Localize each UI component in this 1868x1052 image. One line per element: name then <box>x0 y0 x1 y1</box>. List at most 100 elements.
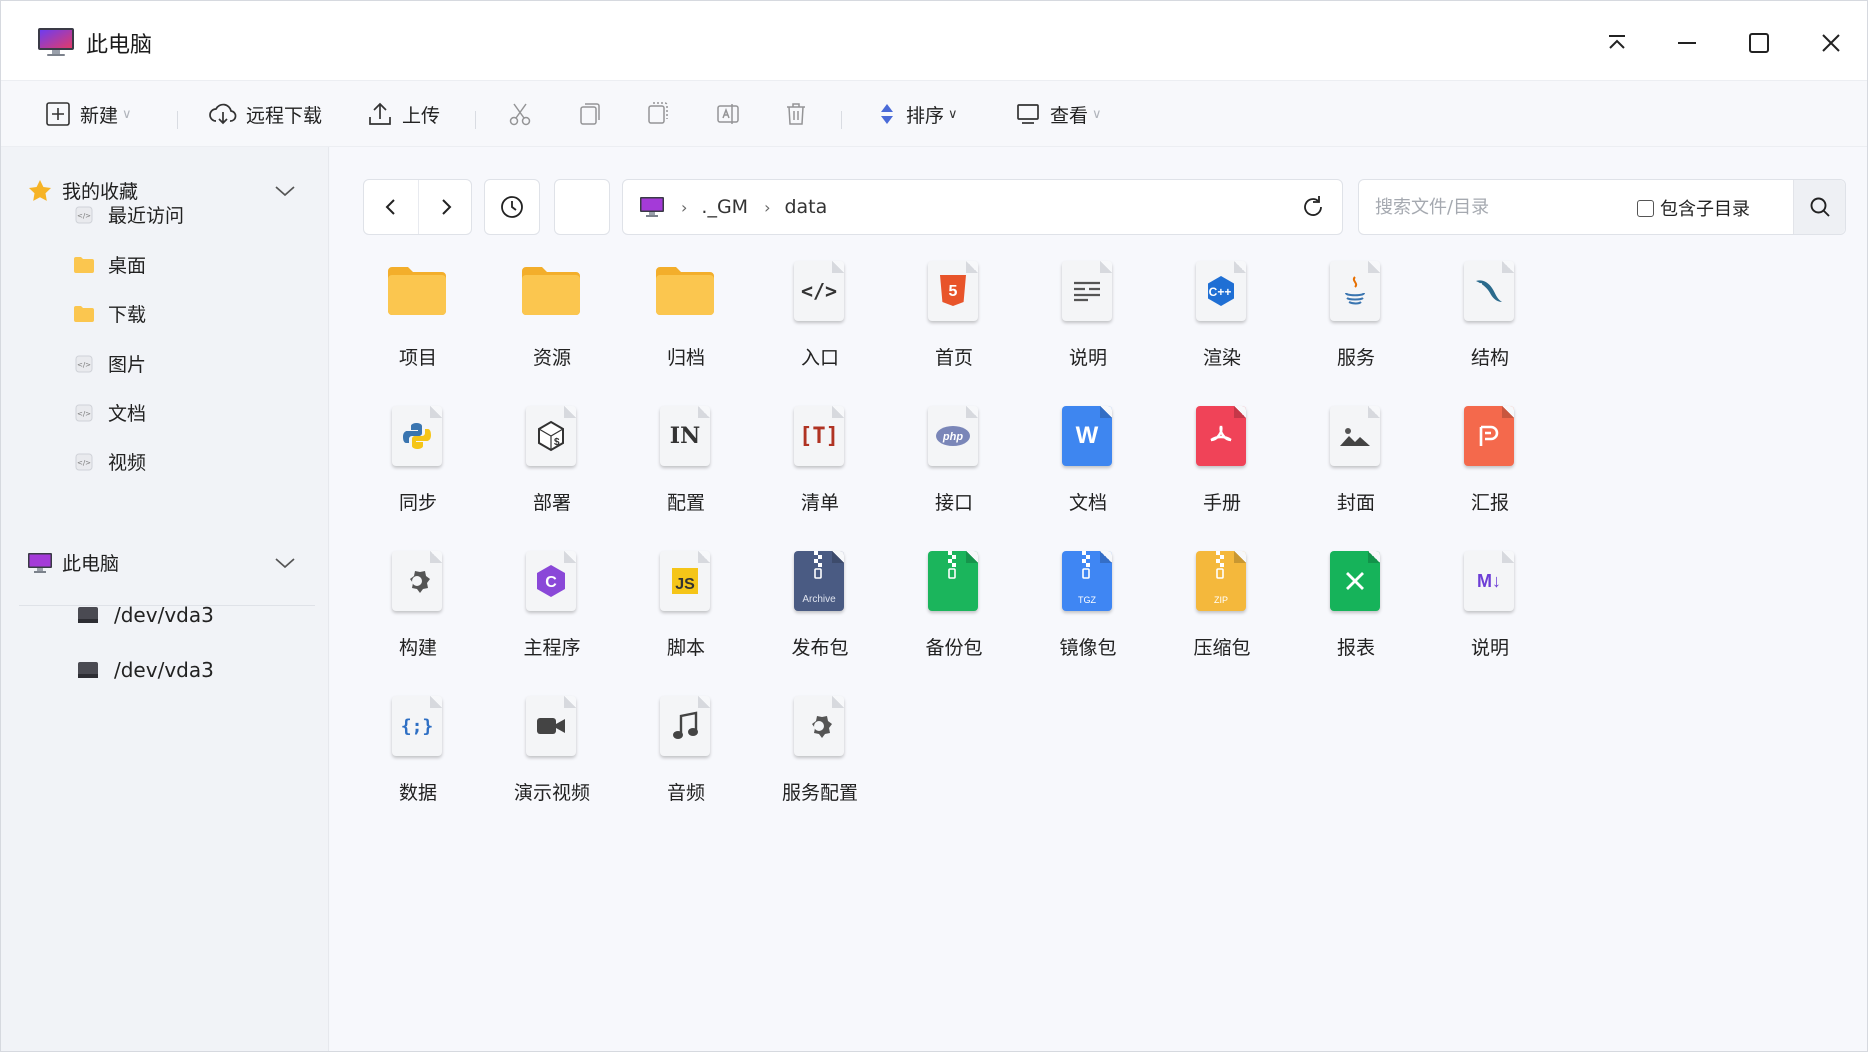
collapse-button[interactable] <box>1597 23 1637 63</box>
sidebar-item-drive[interactable]: /dev/vda3 <box>75 603 214 627</box>
file-item[interactable]: 5 首页 <box>894 261 1014 391</box>
blank-button[interactable] <box>554 179 610 235</box>
paste-icon <box>648 102 668 124</box>
file-item[interactable]: 演示视频 <box>492 696 612 826</box>
file-item[interactable]: C 主程序 <box>492 551 612 681</box>
shell-file-icon: $ <box>520 406 584 470</box>
file-item[interactable]: 归档 <box>626 261 746 391</box>
computer-group-header[interactable]: 此电脑 <box>27 549 303 576</box>
file-item[interactable]: 手册 <box>1162 406 1282 536</box>
svg-text:</>: </> <box>77 212 91 220</box>
sidebar-item-label: 文档 <box>108 403 147 425</box>
upload-button[interactable]: 上传 <box>367 95 440 133</box>
file-manager-window: 此电脑 新建 ∨ 远程下载 上传 排序 ∨ 查看 ∨ 我的收藏 </> 最近访问… <box>0 0 1868 1052</box>
file-item[interactable]: </> 入口 <box>760 261 880 391</box>
json-file-icon: {;} <box>386 696 450 760</box>
cut-button[interactable] <box>507 95 542 133</box>
file-name: 归档 <box>666 347 705 369</box>
file-name: 资源 <box>532 347 571 369</box>
drive-icon <box>75 605 101 625</box>
plus-square-icon <box>46 102 70 126</box>
checkbox-icon <box>1637 199 1654 217</box>
include-subdir-label: 包含子目录 <box>1660 199 1750 220</box>
folder-icon <box>73 255 95 275</box>
upload-label: 上传 <box>402 104 441 127</box>
cpp-file-icon: C++ <box>1190 261 1254 325</box>
sidebar-item-pictures[interactable]: </> 图片 <box>73 350 146 377</box>
file-item[interactable]: 报表 <box>1296 551 1416 681</box>
file-item[interactable]: 封面 <box>1296 406 1416 536</box>
view-button[interactable]: 查看 ∨ <box>1015 95 1102 133</box>
file-item[interactable]: [T] 清单 <box>760 406 880 536</box>
file-item[interactable]: 同步 <box>358 406 478 536</box>
folder-file-icon <box>520 261 584 325</box>
refresh-button[interactable] <box>1294 188 1332 226</box>
chevron-down-icon <box>275 558 295 569</box>
forward-button[interactable] <box>418 180 472 234</box>
file-item[interactable]: $ 部署 <box>492 406 612 536</box>
file-item[interactable]: 备份包 <box>894 551 1014 681</box>
favorites-group-header[interactable]: 我的收藏 <box>27 177 303 204</box>
sidebar-item-documents[interactable]: </> 文档 <box>73 399 146 426</box>
file-item[interactable]: 结构 <box>1430 261 1550 391</box>
file-item[interactable]: TGZ 镜像包 <box>1028 551 1148 681</box>
file-item[interactable]: 服务配置 <box>760 696 880 826</box>
rename-button[interactable] <box>715 95 750 133</box>
sort-button[interactable]: 排序 ∨ <box>877 95 958 133</box>
file-item[interactable]: 资源 <box>492 261 612 391</box>
config-file-icon <box>788 696 852 760</box>
chevron-right-icon: › <box>681 197 688 217</box>
maximize-button[interactable] <box>1739 23 1779 63</box>
file-name: 说明 <box>1068 347 1107 369</box>
file-item[interactable]: C++ 渲染 <box>1162 261 1282 391</box>
file-item[interactable]: 服务 <box>1296 261 1416 391</box>
search-input[interactable] <box>1375 194 1605 220</box>
breadcrumb-segment[interactable]: ._GM <box>701 196 748 218</box>
chevron-right-icon: › <box>764 197 771 217</box>
history-button[interactable] <box>484 179 540 235</box>
search-icon <box>1810 197 1830 217</box>
sidebar-item-downloads[interactable]: 下载 <box>73 300 146 327</box>
new-button[interactable]: 新建 ∨ <box>45 95 132 133</box>
file-item[interactable]: 构建 <box>358 551 478 681</box>
file-name: 音频 <box>666 782 705 804</box>
sidebar-item-drive[interactable]: /dev/vda3 <box>75 658 214 682</box>
file-item[interactable]: 项目 <box>358 261 478 391</box>
markdown-file-icon: M↓ <box>1458 551 1522 615</box>
delete-button[interactable] <box>783 95 818 133</box>
search-button[interactable] <box>1793 180 1845 234</box>
file-item[interactable]: 汇报 <box>1430 406 1550 536</box>
path-bar[interactable]: › ._GM › data <box>622 179 1343 235</box>
file-item[interactable]: 音频 <box>626 696 746 826</box>
copy-button[interactable] <box>577 95 612 133</box>
file-item[interactable]: {;} 数据 <box>358 696 478 826</box>
file-item[interactable]: W 文档 <box>1028 406 1148 536</box>
sidebar-item-recent[interactable]: </> 最近访问 <box>73 201 184 228</box>
sidebar-item-videos[interactable]: </> 视频 <box>73 448 146 475</box>
ini-file-icon: IN <box>654 406 718 470</box>
include-subdir-checkbox[interactable]: 包含子目录 <box>1637 195 1750 221</box>
file-name: 脚本 <box>666 637 705 659</box>
paste-button[interactable] <box>645 95 680 133</box>
word-file-icon: W <box>1056 406 1120 470</box>
file-name: 入口 <box>800 347 839 369</box>
minimize-button[interactable] <box>1667 23 1707 63</box>
js-file-icon: JS <box>654 551 718 615</box>
file-item[interactable]: ZIP 压缩包 <box>1162 551 1282 681</box>
breadcrumb-segment[interactable]: data <box>784 196 827 218</box>
remote-download-button[interactable]: 远程下载 <box>209 95 322 133</box>
sidebar-item-desktop[interactable]: 桌面 <box>73 251 146 278</box>
close-button[interactable] <box>1811 23 1851 63</box>
file-item[interactable]: M↓ 说明 <box>1430 551 1550 681</box>
sidebar-item-label: 下载 <box>108 304 147 326</box>
file-item[interactable]: JS 脚本 <box>626 551 746 681</box>
file-item[interactable]: Archive 发布包 <box>760 551 880 681</box>
file-item[interactable]: php 接口 <box>894 406 1014 536</box>
back-button[interactable] <box>364 180 418 234</box>
chevron-right-icon <box>441 199 451 215</box>
file-item[interactable]: 说明 <box>1028 261 1148 391</box>
nav-buttons <box>363 179 472 235</box>
java-file-icon <box>1324 261 1388 325</box>
file-name: 镜像包 <box>1059 637 1117 659</box>
file-item[interactable]: IN 配置 <box>626 406 746 536</box>
